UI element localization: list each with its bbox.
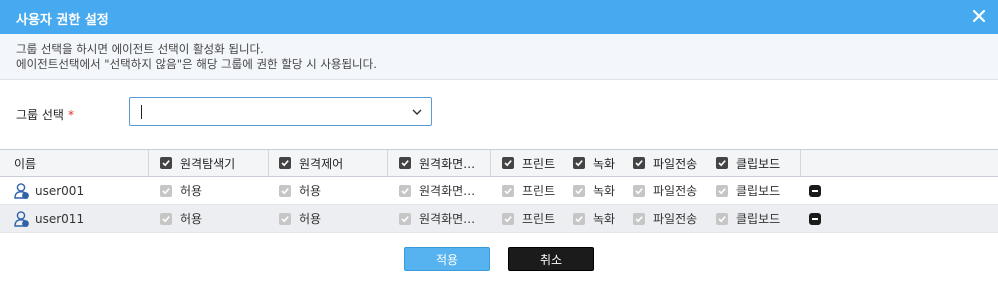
checkbox-checked-icon <box>399 184 411 197</box>
permission-print: 프린트 <box>502 177 555 204</box>
checkbox-checked-icon[interactable] <box>716 157 728 169</box>
permission-record: 녹화 <box>573 205 615 232</box>
table-row[interactable]: user011 허용 허용 원격화면… 프린트 녹화 파일전송 클립보드 <box>0 205 998 233</box>
permission-remote-control: 허용 <box>279 205 321 232</box>
checkbox-checked-icon[interactable] <box>633 157 645 169</box>
permission-remote-explorer: 허용 <box>160 205 202 232</box>
user-name: user011 <box>35 211 85 226</box>
permission-remote-screen: 원격화면… <box>399 205 475 232</box>
user-name: user001 <box>35 183 85 198</box>
remove-icon[interactable] <box>809 184 821 197</box>
checkbox-checked-icon[interactable] <box>502 157 514 169</box>
checkbox-checked-icon[interactable] <box>279 157 291 169</box>
permission-file-transfer: 파일전송 <box>633 205 697 232</box>
checkbox-checked-icon <box>160 212 172 225</box>
permission-print: 프린트 <box>502 205 555 232</box>
checkbox-checked-icon <box>399 212 411 225</box>
text-cursor <box>141 105 142 119</box>
user-cell: user011 <box>13 205 84 232</box>
remove-row-cell <box>809 205 821 232</box>
checkbox-checked-icon <box>716 212 728 225</box>
info-line-1: 그룹 선택을 하시면 에이전트 선택이 활성화 됩니다. <box>16 42 264 56</box>
column-header-name: 이름 <box>14 156 37 171</box>
table-header-row: 이름 원격탐색기 원격제어 원격화면… 프린트 녹화 파일전송 클립보드 <box>0 149 998 177</box>
group-select-label-text: 그룹 선택 <box>16 108 64 122</box>
checkbox-checked-icon[interactable] <box>573 157 585 169</box>
column-header-remote-control[interactable]: 원격제어 <box>279 150 343 176</box>
checkbox-checked-icon <box>279 212 291 225</box>
checkbox-checked-icon <box>160 184 172 197</box>
remove-icon[interactable] <box>809 212 821 225</box>
chevron-down-icon[interactable] <box>411 106 423 118</box>
checkbox-checked-icon <box>502 212 514 225</box>
column-header-print[interactable]: 프린트 <box>502 150 555 176</box>
column-header-remote-explorer[interactable]: 원격탐색기 <box>160 150 235 176</box>
checkbox-checked-icon[interactable] <box>399 157 411 169</box>
permission-clipboard: 클립보드 <box>716 177 780 204</box>
checkbox-checked-icon <box>279 184 291 197</box>
info-panel: 그룹 선택을 하시면 에이전트 선택이 활성화 됩니다. 에이전트선택에서 "선… <box>0 34 998 80</box>
checkbox-checked-icon <box>573 184 585 197</box>
remove-row-cell <box>809 177 821 204</box>
required-mark: * <box>67 108 74 122</box>
group-select-dropdown[interactable] <box>129 97 432 126</box>
info-line-2: 에이전트선택에서 "선택하지 않음"은 해당 그룹에 권한 할당 시 사용됩니다… <box>16 57 377 71</box>
checkbox-checked-icon[interactable] <box>160 157 172 169</box>
permission-clipboard: 클립보드 <box>716 205 780 232</box>
cancel-button[interactable]: 취소 <box>508 247 594 271</box>
user-icon <box>14 210 29 227</box>
user-cell: user001 <box>13 177 84 204</box>
apply-button[interactable]: 적용 <box>404 247 490 271</box>
column-header-file-transfer[interactable]: 파일전송 <box>633 150 697 176</box>
checkbox-checked-icon <box>633 212 645 225</box>
checkbox-checked-icon <box>716 184 728 197</box>
close-icon[interactable] <box>970 7 988 25</box>
user-icon <box>14 182 29 199</box>
dialog-title: 사용자 권한 설정 <box>16 13 109 28</box>
column-header-remote-screen[interactable]: 원격화면… <box>399 150 475 176</box>
group-select-label: 그룹 선택 * <box>16 106 74 123</box>
dialog-titlebar: 사용자 권한 설정 <box>0 0 998 34</box>
column-header-clipboard[interactable]: 클립보드 <box>716 150 780 176</box>
permission-remote-screen: 원격화면… <box>399 177 475 204</box>
permission-file-transfer: 파일전송 <box>633 177 697 204</box>
permission-record: 녹화 <box>573 177 615 204</box>
permission-remote-control: 허용 <box>279 177 321 204</box>
checkbox-checked-icon <box>502 184 514 197</box>
table-row[interactable]: user001 허용 허용 원격화면… 프린트 녹화 파일전송 클립보드 <box>0 177 998 205</box>
checkbox-checked-icon <box>633 184 645 197</box>
permission-remote-explorer: 허용 <box>160 177 202 204</box>
column-header-record[interactable]: 녹화 <box>573 150 615 176</box>
checkbox-checked-icon <box>573 212 585 225</box>
